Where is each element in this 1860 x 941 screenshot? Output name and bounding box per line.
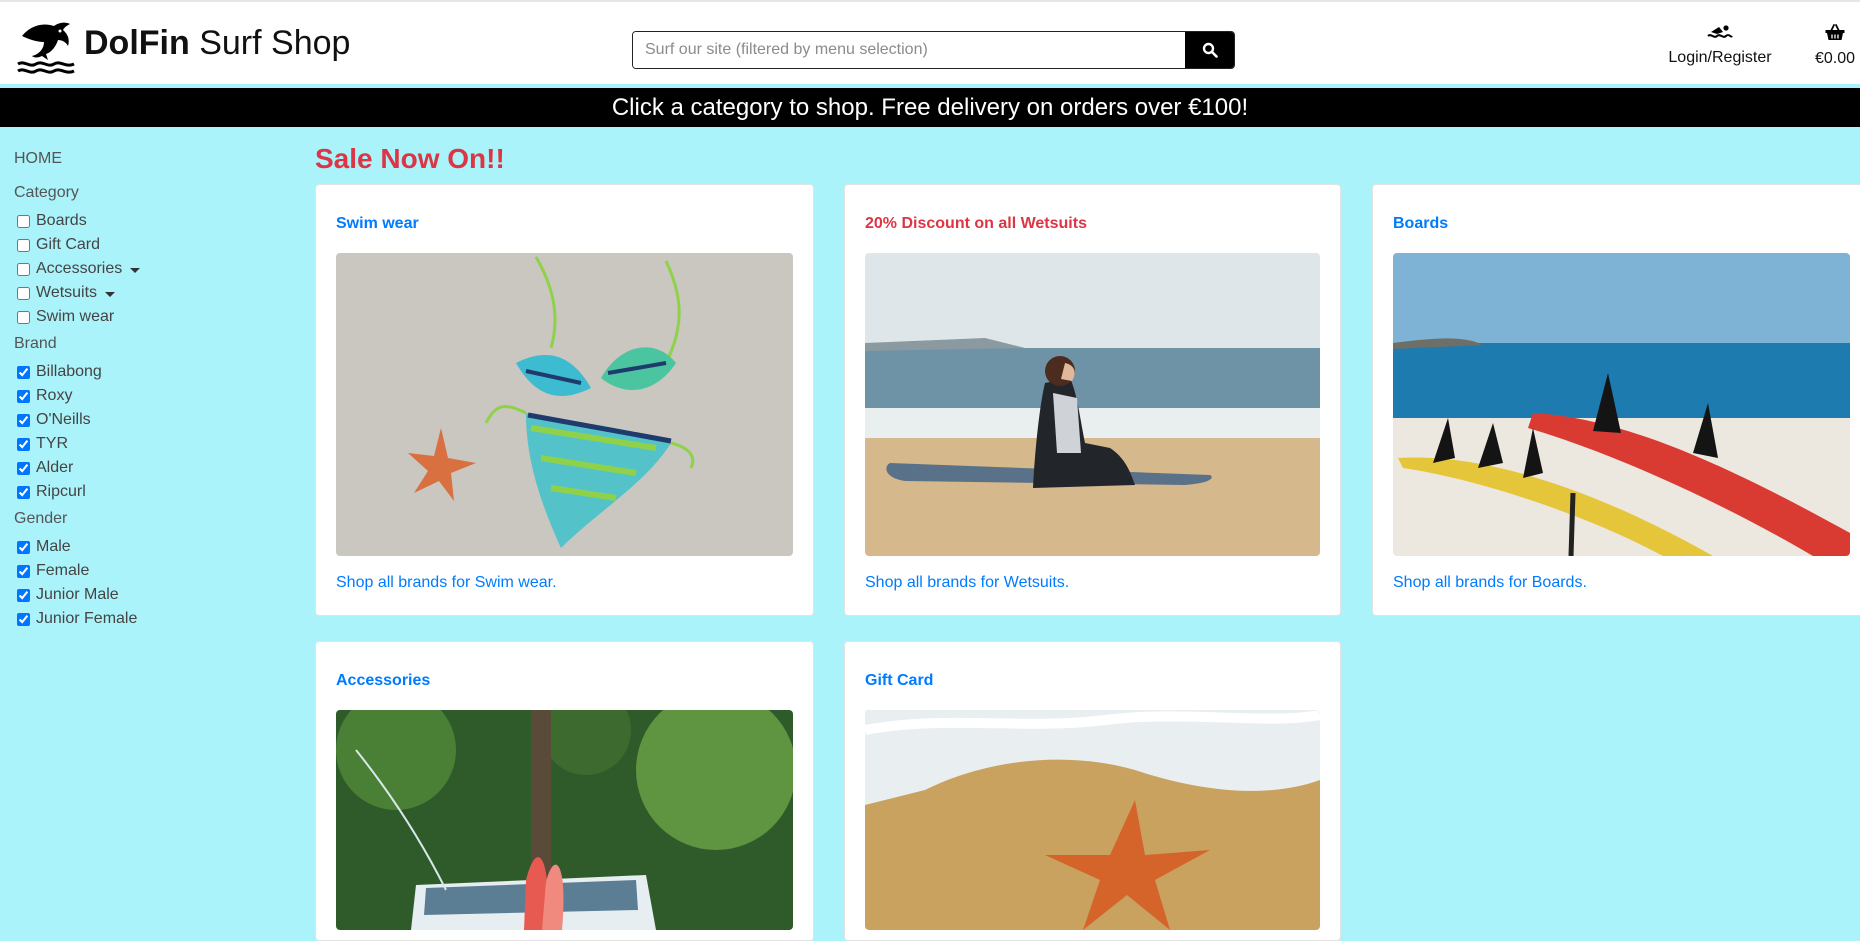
login-register-link[interactable]: Login/Register: [1664, 24, 1776, 67]
category-list: Boards Gift Card Accessories Wetsuits Sw…: [14, 209, 274, 329]
gender-option-junior-male[interactable]: Junior Male: [14, 583, 274, 607]
search-bar: [632, 31, 1235, 69]
boards-image[interactable]: [1393, 253, 1850, 556]
brand-checkbox[interactable]: [17, 437, 30, 451]
brand-option-alder[interactable]: Alder: [14, 456, 274, 480]
category-label: Accessories: [36, 260, 123, 277]
category-checkbox[interactable]: [17, 286, 30, 300]
category-option-boards[interactable]: Boards: [14, 209, 274, 233]
brand-option-ripcurl[interactable]: Ripcurl: [14, 480, 274, 504]
gender-label: Junior Female: [36, 610, 138, 627]
category-label: Gift Card: [36, 236, 101, 253]
brand-list: Billabong Roxy O'Neills TYR Alder Ripcur…: [14, 360, 274, 504]
promo-banner: Click a category to shop. Free delivery …: [0, 88, 1860, 127]
category-option-wetsuits[interactable]: Wetsuits: [14, 281, 274, 305]
category-card-accessories: Accessories: [315, 641, 814, 941]
swimwear-image[interactable]: [336, 253, 793, 556]
gender-checkbox[interactable]: [17, 540, 30, 554]
search-icon: [1202, 42, 1218, 58]
card-title[interactable]: Swim wear: [336, 215, 419, 233]
card-shop-link[interactable]: Shop all brands for Boards.: [1393, 574, 1587, 592]
gender-label: Female: [36, 562, 90, 579]
search-input[interactable]: [633, 32, 1186, 68]
brand-option-billabong[interactable]: Billabong: [14, 360, 274, 384]
card-title[interactable]: 20% Discount on all Wetsuits: [865, 215, 1087, 233]
card-title[interactable]: Boards: [1393, 215, 1448, 233]
sale-heading: Sale Now On!!: [315, 143, 505, 174]
cart-link[interactable]: €0.00: [1810, 24, 1860, 68]
swimmer-icon: [1707, 25, 1733, 38]
category-checkbox[interactable]: [17, 310, 30, 324]
category-card-wetsuits: 20% Discount on all Wetsuits Shop all br…: [844, 184, 1341, 616]
brand-option-oneills[interactable]: O'Neills: [14, 408, 274, 432]
home-link[interactable]: HOME: [14, 150, 274, 168]
brand-label: Ripcurl: [36, 483, 86, 500]
card-shop-link[interactable]: Shop all brands for Swim wear.: [336, 574, 557, 592]
wetsuit-beach-illustration: [865, 253, 1320, 556]
filter-sidebar: HOME Category Boards Gift Card Accessori…: [14, 150, 274, 631]
search-button[interactable]: [1185, 32, 1234, 68]
category-card-boards: Boards Shop all brands for Boards.: [1372, 184, 1860, 616]
cart-total: €0.00: [1814, 50, 1856, 67]
category-label: Swim wear: [36, 308, 115, 325]
gender-checkbox[interactable]: [17, 564, 30, 578]
brand-heading: Brand: [14, 335, 57, 352]
chevron-down-icon[interactable]: [130, 267, 141, 273]
gender-label: Junior Male: [36, 586, 119, 603]
brand-label: Alder: [36, 459, 74, 476]
brand-option-roxy[interactable]: Roxy: [14, 384, 274, 408]
card-title[interactable]: Gift Card: [865, 672, 933, 690]
brand-name-bold: DolFin: [84, 24, 190, 62]
gender-list: Male Female Junior Male Junior Female: [14, 535, 274, 631]
category-card-gift-card: Gift Card: [844, 641, 1341, 941]
login-register-label: Login/Register: [1668, 49, 1772, 66]
gender-option-junior-female[interactable]: Junior Female: [14, 607, 274, 631]
category-checkbox[interactable]: [17, 214, 30, 228]
brand-option-tyr[interactable]: TYR: [14, 432, 274, 456]
gender-checkbox[interactable]: [17, 588, 30, 602]
category-option-gift-card[interactable]: Gift Card: [14, 233, 274, 257]
brand-label: Roxy: [36, 387, 73, 404]
site-header: DolFin Surf Shop Login/Register €0.00: [0, 0, 1860, 87]
starfish-beach-illustration: [865, 710, 1320, 930]
category-checkbox[interactable]: [17, 238, 30, 252]
brand-checkbox[interactable]: [17, 413, 30, 427]
wetsuit-image[interactable]: [865, 253, 1320, 556]
category-card-swim-wear: Swim wear Shop all brands for Swim wear.: [315, 184, 814, 616]
category-label: Wetsuits: [36, 284, 98, 301]
category-option-swim-wear[interactable]: Swim wear: [14, 305, 274, 329]
gender-heading: Gender: [14, 510, 68, 527]
category-label: Boards: [36, 212, 87, 229]
site-brand[interactable]: DolFin Surf Shop: [84, 24, 350, 63]
category-heading: Category: [14, 184, 79, 201]
accessories-image[interactable]: [336, 710, 793, 930]
gender-checkbox[interactable]: [17, 612, 30, 626]
brand-checkbox[interactable]: [17, 389, 30, 403]
chevron-down-icon[interactable]: [105, 291, 116, 297]
van-surfboards-illustration: [336, 710, 793, 930]
card-shop-link[interactable]: Shop all brands for Wetsuits.: [865, 574, 1069, 592]
brand-label: Billabong: [36, 363, 102, 380]
category-option-accessories[interactable]: Accessories: [14, 257, 274, 281]
gender-option-male[interactable]: Male: [14, 535, 274, 559]
brand-checkbox[interactable]: [17, 365, 30, 379]
surfboards-illustration: [1393, 253, 1850, 556]
shopping-basket-icon: [1825, 24, 1845, 40]
card-title[interactable]: Accessories: [336, 672, 430, 690]
brand-checkbox[interactable]: [17, 461, 30, 475]
brand-label: O'Neills: [36, 411, 91, 428]
bikini-illustration: [336, 253, 793, 556]
brand-checkbox[interactable]: [17, 485, 30, 499]
brand-label: TYR: [36, 435, 68, 452]
dolphin-logo-icon[interactable]: [16, 20, 76, 78]
gift-card-image[interactable]: [865, 710, 1320, 930]
gender-label: Male: [36, 538, 71, 555]
brand-name-rest: Surf Shop: [189, 24, 351, 62]
gender-option-female[interactable]: Female: [14, 559, 274, 583]
category-checkbox[interactable]: [17, 262, 30, 276]
